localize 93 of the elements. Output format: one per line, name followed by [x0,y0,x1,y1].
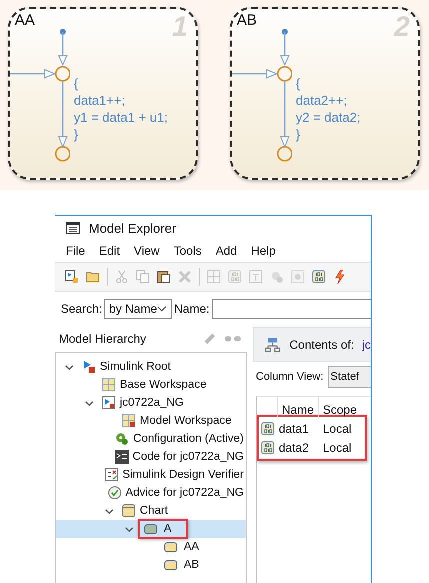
window-icon [65,221,81,235]
chevron-icon[interactable] [104,506,114,516]
check-circle-icon [108,486,122,500]
menu-item[interactable]: View [127,242,167,260]
tree-item[interactable]: AB [56,556,246,574]
tree-item-label: A [164,523,172,535]
scissors-icon [115,270,129,284]
tree-item-label: Advice for jc0722a_NG [126,487,244,499]
tree-item[interactable]: Chart [56,502,246,520]
table-cell-text: data1 [279,422,310,436]
hierarchy-icon [264,336,282,352]
new-model-button[interactable] [63,268,81,286]
state-icon [162,558,180,572]
state-name: AA [15,12,36,29]
code-line: data1++; [74,92,126,109]
code-line: } [296,126,302,143]
block-icon [65,270,79,284]
menu-item[interactable]: Add [208,242,244,260]
menu-item[interactable]: Tools [166,242,209,260]
clipboard-icon [157,270,171,284]
menu-item[interactable]: Help [244,242,283,260]
tree-item[interactable]: Configuration (Active) [56,430,246,448]
tree-item[interactable]: Base Workspace [56,376,246,394]
contents-path: jc [362,338,371,352]
chart-icon [122,504,136,518]
data-icon [261,440,275,454]
chevron-icon[interactable] [84,398,94,408]
column-view-label: Column View: [256,371,324,383]
search-dropdown[interactable]: by Name [104,298,172,318]
tree-item-label: Configuration (Active) [133,433,244,445]
data-icon [261,422,275,436]
tree-item-label: Chart [140,505,168,517]
terminal-icon [114,450,129,464]
data-icon [312,270,326,284]
code-line: { [74,75,80,92]
tree-item-label: Simulink Design Verifier [122,469,244,481]
glasses-icon [225,336,241,342]
code-line: y2 = data2; [296,109,361,126]
contents-label: Contents of: [290,338,354,352]
column-view-dropdown[interactable]: Statef [328,366,371,388]
grid-icon [122,414,136,428]
tree-item[interactable]: A [56,520,246,538]
tree-item-label: AA [184,541,200,553]
state-name: AB [237,12,258,29]
tree-item-label: Code for jc0722a_NG [132,451,244,463]
column-header[interactable]: Scope [318,397,363,417]
state-icon [142,522,160,536]
window-title: Model Explorer [89,220,176,236]
code-line: } [74,126,80,143]
folder-icon [86,270,100,284]
menu-item[interactable]: Edit [92,242,128,260]
column-header[interactable]: Name [277,397,318,417]
code-line: data2++; [296,92,348,109]
gear-icon [291,270,305,284]
search-label: Search: [61,302,102,316]
table-cell-text: data2 [279,440,310,454]
chevron-icon[interactable] [64,362,74,372]
tree-item[interactable]: AA [56,538,246,556]
grid-icon [207,270,221,284]
copy-icon [136,270,150,284]
tree-item-label: Simulink Root [100,361,171,373]
tree-item-label: Base Workspace [120,379,207,391]
close-icon [178,270,192,284]
name-label: Name: [174,302,210,316]
menu-item[interactable]: File [59,242,92,260]
table-icon [249,270,263,284]
caret-icon [157,306,168,312]
block-icon [82,360,96,374]
code-line: { [296,75,302,92]
tree-item-label: AB [184,559,200,571]
name-field[interactable] [212,298,371,318]
table-cell-text: Local [323,422,353,436]
tree-item[interactable]: Advice for jc0722a_NG [56,484,246,502]
state-icon [162,540,180,554]
gears-icon [115,432,130,446]
tree-item[interactable]: Simulink Design Verifier [56,466,246,484]
table-cell-text: Local [323,440,353,454]
lightning-icon [333,270,347,284]
data-button[interactable] [310,268,328,286]
grid-icon [102,378,116,392]
data-icon [228,270,242,284]
tree-item[interactable]: jc0722a_NG [56,394,246,412]
code-line: y1 = data1 + u1; [74,109,168,126]
chevron-icon[interactable] [124,524,134,534]
panel-title: Model Hierarchy [59,332,146,346]
checklist-icon [104,468,119,482]
model-icon [102,396,116,410]
tree-item[interactable]: Model Workspace [56,412,246,430]
gears-icon [270,270,284,284]
tree-item-label: jc0722a_NG [120,397,184,409]
tree-item-label: Model Workspace [140,415,232,427]
tree-item[interactable]: Simulink Root [56,358,246,376]
tree-item[interactable]: Code for jc0722a_NG [56,448,246,466]
